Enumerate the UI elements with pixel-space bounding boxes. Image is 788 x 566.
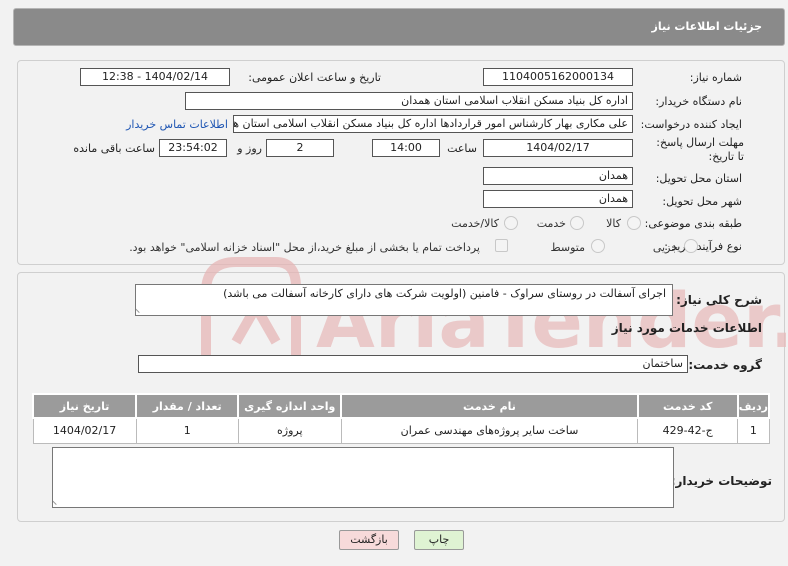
summary-textarea[interactable]: اجرای آسفالت در روستای سراوک - فامنین (ا… xyxy=(135,284,673,316)
col-name: نام خدمت xyxy=(340,393,639,419)
province-label: استان محل تحویل: xyxy=(655,172,742,185)
table-row[interactable]: 1 ج-42-429 ساخت سایر پروژه‌های مهندسی عم… xyxy=(32,417,770,444)
announce-label: تاریخ و ساعت اعلان عمومی: xyxy=(248,71,381,84)
category-service-label: خدمت xyxy=(536,217,566,230)
days-field[interactable]: 2 xyxy=(266,139,334,157)
category-goods-label: کالا xyxy=(606,217,621,230)
resize-handle-icon[interactable] xyxy=(136,303,144,313)
col-qty: تعداد / مقدار xyxy=(135,393,240,419)
services-table: ردیف کد خدمت نام خدمت واحد اندازه گیری ت… xyxy=(31,393,771,444)
table-header-row: ردیف کد خدمت نام خدمت واحد اندازه گیری ت… xyxy=(31,393,771,419)
remaining-time-field[interactable]: 23:54:02 xyxy=(159,139,227,157)
summary-label: شرح کلی نیاز: xyxy=(676,293,762,307)
purchase-medium-label: متوسط xyxy=(550,241,585,254)
treasury-payment-checkbox[interactable] xyxy=(495,239,508,252)
category-service-radio[interactable] xyxy=(570,216,584,230)
deadline-label: مهلت ارسال پاسخ: تا تاریخ: xyxy=(656,136,744,163)
service-group-field[interactable]: ساختمان xyxy=(138,355,688,373)
buyer-org-label: نام دستگاه خریدار: xyxy=(655,95,742,108)
contact-info-link[interactable]: اطلاعات تماس خریدار xyxy=(126,118,228,131)
remaining-label: ساعت باقی مانده xyxy=(73,142,155,155)
col-unit: واحد اندازه گیری xyxy=(237,393,343,419)
page-title: جزئیات اطلاعات نیاز xyxy=(651,20,763,33)
cell-code: ج-42-429 xyxy=(637,417,739,444)
col-row: ردیف xyxy=(736,393,771,419)
category-both-radio[interactable] xyxy=(504,216,518,230)
city-field[interactable]: همدان xyxy=(483,190,633,208)
print-button[interactable]: چاپ xyxy=(414,530,464,550)
city-label: شهر محل تحویل: xyxy=(662,195,742,208)
buyer-org-field[interactable]: اداره کل بنیاد مسکن انقلاب اسلامی استان … xyxy=(185,92,633,110)
col-code: کد خدمت xyxy=(636,393,739,419)
cell-name: ساخت سایر پروژه‌های مهندسی عمران xyxy=(340,417,639,444)
buyer-notes-textarea[interactable] xyxy=(52,447,674,508)
resize-handle-icon[interactable] xyxy=(53,495,61,505)
need-number-label: شماره نیاز: xyxy=(689,71,742,84)
requester-field[interactable]: علی مکاری بهار کارشناس امور قراردادها اد… xyxy=(233,115,633,133)
buyer-notes-label: توضیحات خریدار: xyxy=(670,474,772,488)
category-goods-radio[interactable] xyxy=(627,216,641,230)
purchase-medium-radio[interactable] xyxy=(591,239,605,253)
cell-unit: پروژه xyxy=(237,417,342,444)
cell-date: 1404/02/17 xyxy=(32,417,137,444)
announce-datetime-field[interactable]: 1404/02/14 - 12:38 xyxy=(80,68,230,86)
services-section-title: اطلاعات خدمات مورد نیاز xyxy=(611,321,762,335)
deadline-time-label: ساعت xyxy=(447,142,477,155)
requester-label: ایجاد کننده درخواست: xyxy=(640,118,742,131)
service-group-label: گروه خدمت: xyxy=(688,358,762,372)
days-label: روز و xyxy=(237,142,262,155)
cell-qty: 1 xyxy=(135,417,239,444)
deadline-time-field[interactable]: 14:00 xyxy=(372,139,440,157)
deadline-date-field[interactable]: 1404/02/17 xyxy=(483,139,633,157)
purchase-minor-radio[interactable] xyxy=(684,239,698,253)
treasury-payment-note: پرداخت تمام یا بخشی از مبلغ خرید،از محل … xyxy=(129,241,480,254)
summary-text: اجرای آسفالت در روستای سراوک - فامنین (ا… xyxy=(223,287,666,300)
category-both-label: کالا/خدمت xyxy=(451,217,499,230)
need-number-field[interactable]: 1104005162000134 xyxy=(483,68,633,86)
province-field[interactable]: همدان xyxy=(483,167,633,185)
category-label: طبقه بندی موضوعی: xyxy=(644,217,742,230)
purchase-minor-label: جزیی xyxy=(652,241,678,254)
col-date: تاریخ نیاز xyxy=(31,393,138,419)
back-button[interactable]: بازگشت xyxy=(339,530,399,550)
cell-row: 1 xyxy=(737,417,770,444)
page-header: جزئیات اطلاعات نیاز xyxy=(13,8,785,46)
